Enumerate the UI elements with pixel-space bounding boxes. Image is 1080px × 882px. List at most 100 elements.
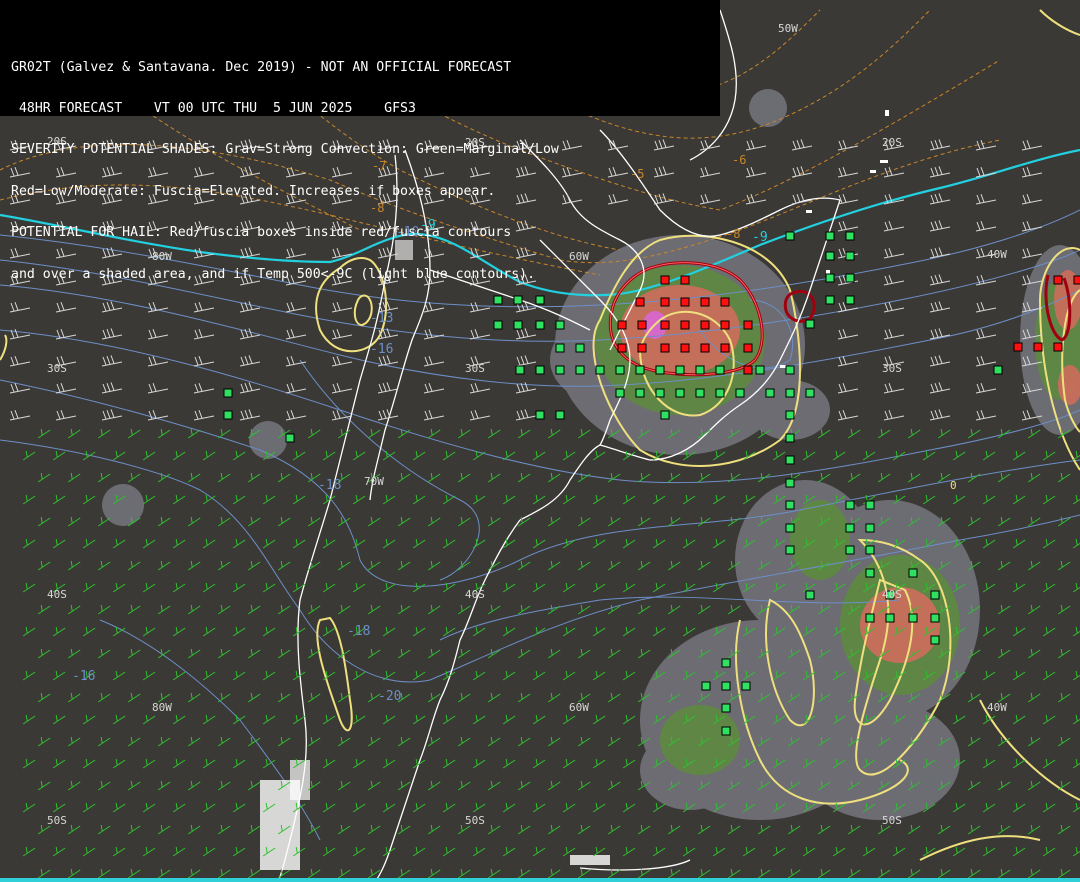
svg-text:60W: 60W [569,701,589,714]
green-box [513,320,523,330]
red-box [680,320,690,330]
green-box [785,478,795,488]
green-box [721,703,731,713]
svg-text:-9: -9 [752,230,768,245]
green-box [865,545,875,555]
red-box [680,297,690,307]
forecast-header: GR02T (Galvez & Santavana. Dec 2019) - N… [0,0,720,281]
green-box [721,658,731,668]
green-box [635,388,645,398]
red-box [637,320,647,330]
red-box [1033,342,1043,352]
green-box [655,388,665,398]
green-box [825,251,835,261]
green-box [785,410,795,420]
svg-text:-8: -8 [726,227,740,241]
green-box [655,365,665,375]
green-box [865,500,875,510]
red-box [1073,275,1080,285]
green-box [825,295,835,305]
green-box [785,365,795,375]
red-box [743,343,753,353]
green-box [825,273,835,283]
red-box [660,343,670,353]
green-box [615,388,625,398]
green-box [223,410,233,420]
red-box [700,297,710,307]
green-box [930,635,940,645]
svg-text:50S: 50S [465,814,485,827]
green-box [885,613,895,623]
svg-text:80W: 80W [152,701,172,714]
header-forecast-time: 48HR FORECAST VT 00 UTC THU 5 JUN 2025 G… [11,100,416,116]
svg-text:40S: 40S [882,588,902,601]
red-box [720,343,730,353]
green-box [845,231,855,241]
green-box [765,388,775,398]
green-box [675,388,685,398]
green-box [845,295,855,305]
green-box [865,523,875,533]
green-box [930,590,940,600]
green-box [845,251,855,261]
svg-text:-6: -6 [732,153,746,167]
green-box [785,388,795,398]
green-box [785,545,795,555]
green-box [223,388,233,398]
svg-text:30S: 30S [882,362,902,375]
svg-text:30S: 30S [465,362,485,375]
green-box [755,365,765,375]
green-box [845,500,855,510]
svg-text:20S: 20S [882,136,902,149]
red-box [743,365,753,375]
green-box [535,410,545,420]
green-box [845,545,855,555]
red-box [720,297,730,307]
green-box [660,410,670,420]
weather-map: { "header": { "line1": "GR02T (Galvez & … [0,0,1080,882]
red-box [660,320,670,330]
green-box [575,343,585,353]
svg-text:50S: 50S [882,814,902,827]
red-box [1053,275,1063,285]
red-box [660,297,670,307]
svg-text:-16: -16 [72,669,95,684]
green-box [805,590,815,600]
green-box [715,365,725,375]
green-box [735,388,745,398]
green-box [615,365,625,375]
red-box [1053,342,1063,352]
red-box [700,320,710,330]
green-box [493,320,503,330]
green-box [701,681,711,691]
svg-text:-13: -13 [370,311,393,326]
green-box [908,613,918,623]
green-box [741,681,751,691]
green-box [493,295,503,305]
svg-text:40S: 40S [465,588,485,601]
header-hail-note-2: and over a shaded area, and if Temp 500<… [11,266,536,282]
green-box [675,365,685,375]
header-legend-shades: SEVERITY POTENTIAL SHADES: Grav=Strong C… [11,142,559,158]
green-box [908,568,918,578]
green-box [785,523,795,533]
green-box [993,365,1003,375]
green-box [535,295,545,305]
green-box [865,613,875,623]
green-box [555,343,565,353]
green-box [535,365,545,375]
green-box [825,231,835,241]
green-box [555,320,565,330]
green-box [715,388,725,398]
red-box [743,320,753,330]
red-box [635,297,645,307]
svg-text:50S: 50S [47,814,67,827]
green-box [575,365,585,375]
green-box [845,523,855,533]
green-box [513,295,523,305]
svg-text:-16: -16 [370,342,393,357]
green-box [930,613,940,623]
green-box [785,500,795,510]
header-hail-note: POTENTIAL FOR HAIL: Red/fuscia boxes ins… [11,225,512,241]
svg-text:70W: 70W [364,475,384,488]
